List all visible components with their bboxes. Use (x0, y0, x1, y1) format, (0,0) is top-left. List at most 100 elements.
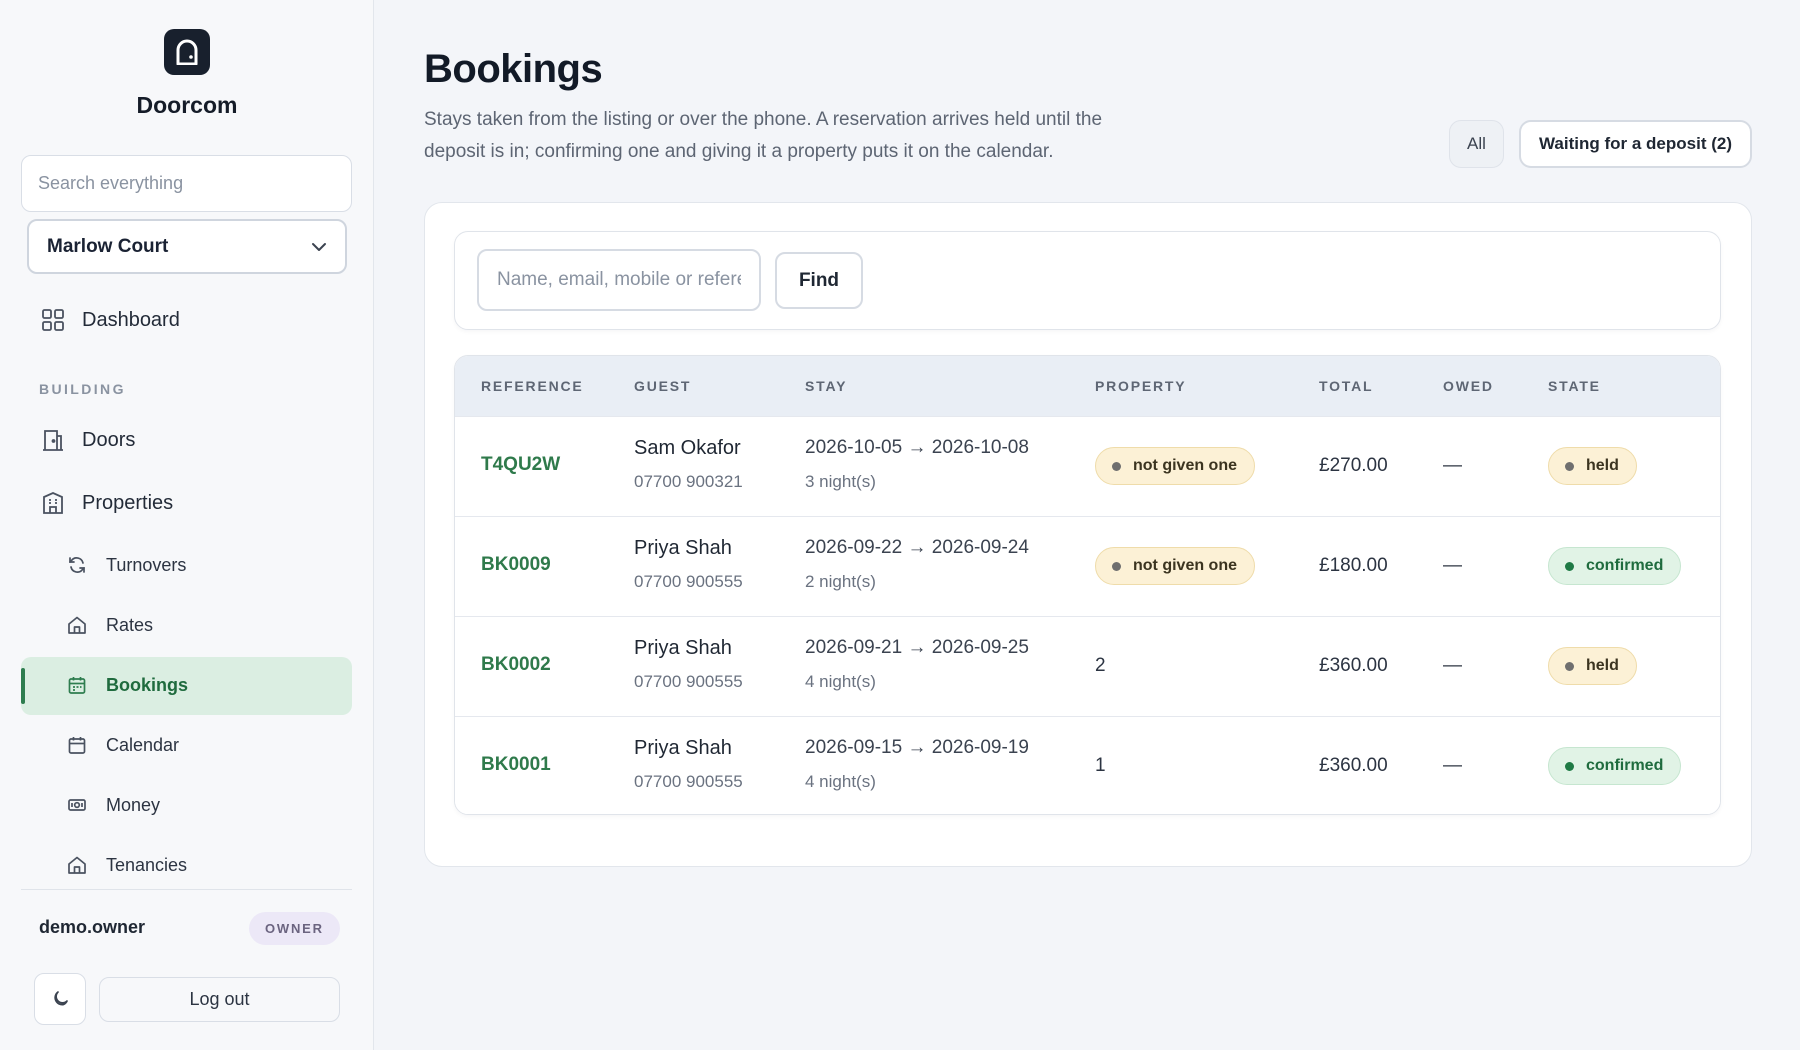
col-stay: STAY (805, 378, 848, 394)
sidebar: Doorcom Marlow Court Dashboard BUILDING … (0, 0, 374, 1050)
table-row[interactable]: T4QU2W Sam Okafor 07700 900321 2026-10-0… (455, 416, 1720, 516)
status-dot (1565, 661, 1574, 671)
nav-tenancies[interactable]: Tenancies (66, 854, 187, 876)
col-property: PROPERTY (1095, 378, 1187, 394)
property-number: 1 (1095, 755, 1106, 776)
booking-reference-link[interactable]: BK0001 (481, 754, 551, 776)
status-dot (1565, 761, 1574, 771)
stay-nights: 3 night(s) (805, 472, 876, 491)
guest-name: Priya Shah (634, 737, 732, 759)
booking-total: £180.00 (1319, 555, 1388, 576)
booking-reference-link[interactable]: BK0002 (481, 654, 551, 676)
table-row[interactable]: BK0002 Priya Shah 07700 900555 2026-09-2… (455, 616, 1720, 716)
nav-bookings[interactable]: Bookings (66, 674, 188, 696)
status-dot (1565, 561, 1574, 571)
calendar-icon (66, 674, 88, 696)
filter-all-button[interactable]: All (1449, 120, 1504, 168)
booking-total: £270.00 (1319, 455, 1388, 476)
money-icon (66, 794, 88, 816)
building-selector-value: Marlow Court (47, 235, 169, 257)
nav-turnovers-label: Turnovers (106, 554, 187, 575)
booking-reference-link[interactable]: T4QU2W (481, 454, 560, 476)
guest-name: Sam Okafor (634, 437, 741, 459)
building-selector[interactable]: Marlow Court (27, 219, 347, 274)
guest-name: Priya Shah (634, 537, 732, 559)
nav-rates[interactable]: Rates (66, 614, 153, 636)
col-owed: OWED (1443, 378, 1494, 394)
state-badge: confirmed (1548, 747, 1682, 785)
brand-name: Doorcom (136, 92, 238, 118)
nav-money[interactable]: Money (66, 794, 160, 816)
state-label: confirmed (1586, 757, 1664, 774)
current-user-name: demo.owner (39, 917, 146, 937)
chevron-down-icon (312, 243, 326, 251)
state-label: held (1586, 457, 1619, 474)
booking-owed: — (1443, 755, 1462, 776)
property-number: 2 (1095, 655, 1106, 676)
home-icon (66, 614, 88, 636)
property-status-badge: not given one (1095, 447, 1255, 485)
nav-tenancies-label: Tenancies (106, 854, 188, 875)
stay-nights: 2 night(s) (805, 572, 876, 591)
col-state: STATE (1548, 378, 1601, 394)
booking-owed: — (1443, 455, 1462, 476)
sidebar-divider (21, 889, 352, 890)
guest-phone: 07700 900555 (634, 572, 743, 591)
property-status-badge: not given one (1095, 547, 1255, 585)
filter-waiting-deposit-button[interactable]: Waiting for a deposit (2) (1519, 120, 1752, 168)
booking-owed: — (1443, 555, 1462, 576)
booking-owed: — (1443, 655, 1462, 676)
guest-phone: 07700 900555 (634, 672, 743, 691)
nav-turnovers[interactable]: Turnovers (66, 554, 186, 576)
nav-calendar-label: Calendar (106, 734, 180, 755)
refresh-icon (66, 554, 88, 576)
status-dot (1112, 461, 1121, 471)
calendar-icon (66, 734, 88, 756)
stay-dates: 2026-09-22 → 2026-09-24 (805, 537, 1029, 558)
status-dot (1112, 561, 1121, 571)
theme-toggle-button[interactable] (34, 973, 86, 1025)
global-search-input[interactable] (21, 155, 352, 212)
find-button[interactable]: Find (775, 252, 863, 309)
state-badge: held (1548, 647, 1637, 685)
moon-icon (54, 991, 68, 1006)
grid-icon (40, 307, 66, 333)
building-icon (40, 490, 66, 516)
col-guest: GUEST (634, 378, 692, 394)
col-total: TOTAL (1319, 378, 1374, 394)
guest-name: Priya Shah (634, 637, 732, 659)
logout-button[interactable]: Log out (99, 977, 340, 1022)
nav-active-indicator (21, 668, 25, 704)
property-status-label: not given one (1133, 457, 1237, 474)
nav-doors-label: Doors (82, 428, 136, 451)
table-row[interactable]: BK0001 Priya Shah 07700 900555 2026-09-1… (455, 716, 1720, 814)
table-header: REFERENCE GUEST STAY PROPERTY TOTAL OWED… (455, 356, 1720, 416)
page-description: Stays taken from the listing or over the… (424, 109, 1103, 162)
stay-dates: 2026-09-15 → 2026-09-19 (805, 737, 1029, 758)
booking-total: £360.00 (1319, 655, 1388, 676)
table-row[interactable]: BK0009 Priya Shah 07700 900555 2026-09-2… (455, 516, 1720, 616)
col-reference: REFERENCE (481, 378, 584, 394)
booking-search-input[interactable] (477, 249, 761, 311)
home-icon (66, 854, 88, 876)
nav-doors[interactable]: Doors (40, 427, 135, 453)
user-role-badge: OWNER (249, 912, 340, 945)
nav-bookings-label: Bookings (106, 674, 189, 695)
door-logo-icon (164, 29, 210, 75)
guest-phone: 07700 900321 (634, 472, 743, 491)
nav-calendar[interactable]: Calendar (66, 734, 179, 756)
nav-properties-label: Properties (82, 491, 174, 514)
state-label: confirmed (1586, 557, 1664, 574)
nav-properties[interactable]: Properties (40, 490, 173, 516)
nav-money-label: Money (106, 794, 161, 815)
state-badge: held (1548, 447, 1637, 485)
nav-dashboard[interactable]: Dashboard (40, 307, 180, 333)
stay-nights: 4 night(s) (805, 672, 876, 691)
status-dot (1565, 461, 1574, 471)
booking-total: £360.00 (1319, 755, 1388, 776)
guest-phone: 07700 900555 (634, 772, 743, 791)
state-badge: confirmed (1548, 547, 1682, 585)
booking-reference-link[interactable]: BK0009 (481, 554, 551, 576)
stay-dates: 2026-10-05 → 2026-10-08 (805, 437, 1029, 458)
door-icon (40, 427, 66, 453)
